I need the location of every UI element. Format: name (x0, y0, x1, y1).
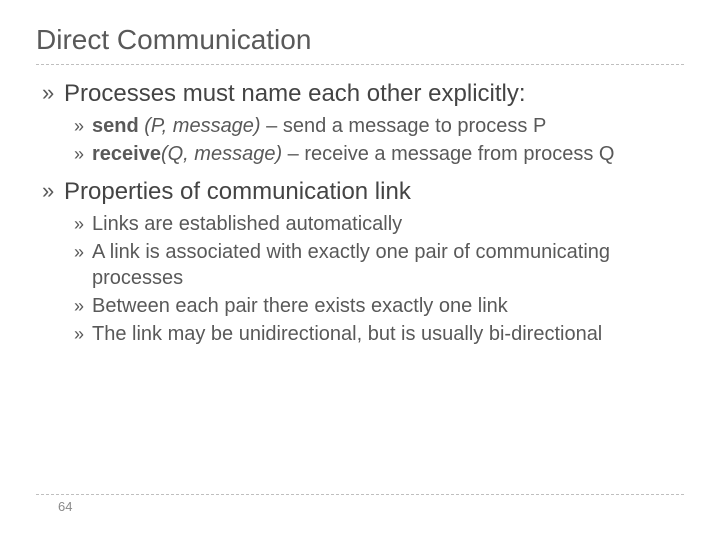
sub-bullet-group: »send (P, message) – send a message to p… (74, 113, 684, 167)
bullet-level1: »Properties of communication link (42, 177, 684, 207)
bold-term: receive (92, 143, 161, 165)
italic-args: (Q, message) (161, 143, 282, 165)
bullet-level2: »Links are established automatically (74, 211, 684, 237)
bullet-glyph-icon: » (74, 211, 92, 237)
bullet-text: A link is associated with exactly one pa… (92, 239, 684, 291)
bold-term: send (92, 115, 139, 137)
bullet-glyph-icon: » (74, 321, 92, 347)
bullet-glyph-icon: » (42, 79, 64, 109)
bullet-level2: »receive(Q, message) – receive a message… (74, 141, 684, 167)
bullet-level1: »Processes must name each other explicit… (42, 79, 684, 109)
bullet-glyph-icon: » (74, 113, 92, 139)
bullet-level2: »A link is associated with exactly one p… (74, 239, 684, 291)
footer-divider (36, 494, 684, 495)
bullet-glyph-icon: » (74, 141, 92, 167)
slide-footer: 64 (0, 494, 720, 514)
plain-text: Links are established automatically (92, 213, 402, 235)
slide-title: Direct Communication (36, 24, 684, 56)
bullet-text: Links are established automatically (92, 211, 402, 237)
plain-text: – receive a message from process Q (282, 143, 614, 165)
bullet-text: Processes must name each other explicitl… (64, 79, 526, 109)
plain-text: The link may be unidirectional, but is u… (92, 323, 602, 345)
bullet-glyph-icon: » (42, 177, 64, 207)
italic-args: (P, message) (139, 115, 261, 137)
bullet-level2: »Between each pair there exists exactly … (74, 293, 684, 319)
bullet-text: receive(Q, message) – receive a message … (92, 141, 614, 167)
title-divider (36, 64, 684, 65)
bullet-level2: »The link may be unidirectional, but is … (74, 321, 684, 347)
plain-text: A link is associated with exactly one pa… (92, 241, 610, 289)
bullet-text: Properties of communication link (64, 177, 411, 207)
bullet-glyph-icon: » (74, 293, 92, 319)
slide: Direct Communication »Processes must nam… (0, 0, 720, 347)
bullet-glyph-icon: » (74, 239, 92, 291)
page-number: 64 (58, 499, 684, 514)
sub-bullet-group: »Links are established automatically»A l… (74, 211, 684, 347)
bullet-text: send (P, message) – send a message to pr… (92, 113, 546, 139)
plain-text: Between each pair there exists exactly o… (92, 295, 508, 317)
bullet-level2: »send (P, message) – send a message to p… (74, 113, 684, 139)
plain-text: – send a message to process P (261, 115, 547, 137)
slide-content: »Processes must name each other explicit… (36, 79, 684, 347)
bullet-text: The link may be unidirectional, but is u… (92, 321, 602, 347)
bullet-text: Between each pair there exists exactly o… (92, 293, 508, 319)
